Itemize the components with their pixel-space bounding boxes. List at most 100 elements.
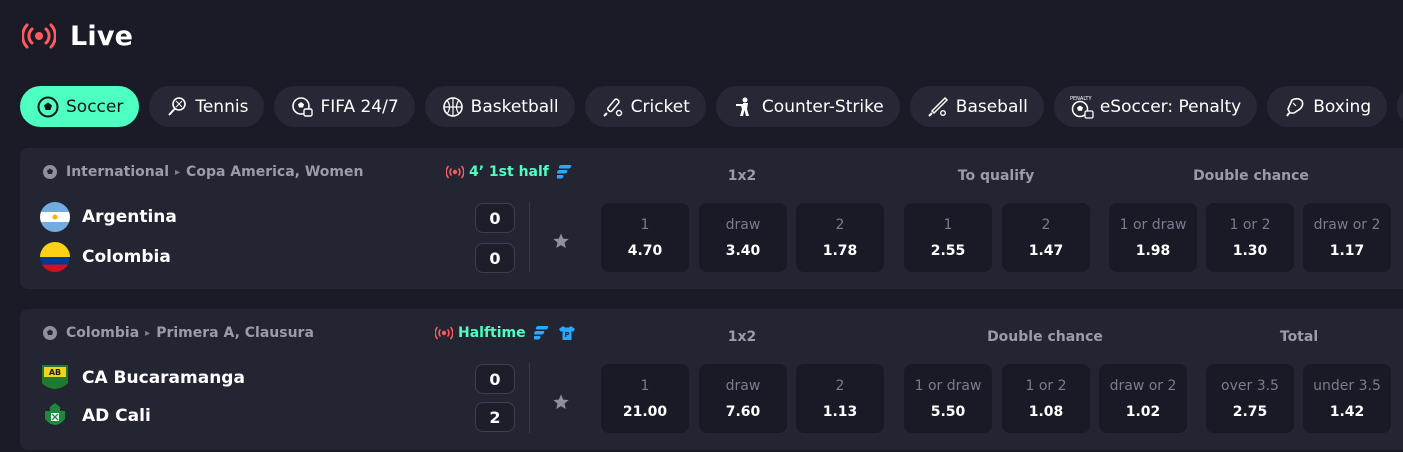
odd-button[interactable]: 1 or draw 5.50 bbox=[904, 364, 992, 433]
market-title: To qualify bbox=[957, 168, 1035, 184]
team-away: Colombia bbox=[40, 242, 171, 272]
odd-button[interactable]: over 3.5 2.75 bbox=[1206, 364, 1294, 433]
soccer-ball-icon bbox=[43, 326, 57, 340]
chevron-right-icon: ▸ bbox=[145, 327, 151, 339]
divider bbox=[529, 363, 530, 433]
odd-button[interactable]: 1 4.70 bbox=[601, 203, 689, 272]
league-breadcrumb[interactable]: Colombia ▸ Primera A, Clausura bbox=[42, 325, 314, 341]
odd-label: 2 bbox=[1041, 216, 1051, 233]
match-card[interactable]: Colombia ▸ Primera A, Clausura Halftime … bbox=[20, 309, 1403, 450]
fifa-ball-icon bbox=[290, 95, 314, 119]
tennis-racket-icon bbox=[165, 95, 189, 119]
odd-label: 1 or draw bbox=[1119, 216, 1187, 233]
league-breadcrumb[interactable]: International ▸ Copa America, Women bbox=[42, 164, 363, 180]
odd-label: draw bbox=[725, 216, 761, 233]
odd-button[interactable]: 1 21.00 bbox=[601, 364, 689, 433]
page-title: Live bbox=[70, 20, 134, 52]
odd-value: 1.30 bbox=[1232, 242, 1268, 259]
tab-esoccer-penalty[interactable]: PENALTY eSoccer: Penalty bbox=[1053, 86, 1258, 127]
odd-value: 1.78 bbox=[822, 242, 858, 259]
league-country: International bbox=[66, 164, 170, 180]
tab-label: Soccer bbox=[66, 96, 124, 117]
odd-button[interactable]: draw or 2 1.02 bbox=[1099, 364, 1187, 433]
odd-button[interactable]: 1 or draw 1.98 bbox=[1109, 203, 1197, 272]
live-header: Live bbox=[22, 18, 133, 54]
live-broadcast-icon bbox=[435, 326, 453, 340]
tab-label: Boxing bbox=[1313, 96, 1372, 117]
odd-button[interactable]: draw 3.40 bbox=[699, 203, 787, 272]
odd-value: 2.75 bbox=[1232, 403, 1268, 420]
tab-tennis[interactable]: Tennis bbox=[149, 86, 265, 127]
chevron-right-icon: ▸ bbox=[175, 166, 181, 178]
team-name: Argentina bbox=[82, 207, 177, 227]
tab-baseball[interactable]: Baseball bbox=[909, 86, 1044, 127]
odd-label: under 3.5 bbox=[1313, 377, 1381, 394]
baseball-bat-icon bbox=[926, 95, 950, 119]
boxing-glove-icon bbox=[1283, 95, 1307, 119]
odd-button[interactable]: draw or 2 1.17 bbox=[1303, 203, 1391, 272]
crest-text: AB bbox=[49, 368, 61, 377]
odd-label: 1 or draw bbox=[914, 377, 982, 394]
stats-icon[interactable] bbox=[533, 325, 550, 341]
live-broadcast-icon bbox=[22, 21, 56, 51]
tab-label: FIFA 24/7 bbox=[320, 96, 399, 117]
tab-more[interactable] bbox=[1397, 86, 1403, 127]
tab-label: Counter-Strike bbox=[761, 96, 884, 117]
league-name: Copa America, Women bbox=[186, 164, 364, 180]
odd-button[interactable]: 2 1.78 bbox=[796, 203, 884, 272]
favorite-star-icon[interactable] bbox=[552, 232, 570, 250]
odd-value: 7.60 bbox=[725, 403, 761, 420]
odd-button[interactable]: 2 1.13 bbox=[796, 364, 884, 433]
argentina-flag-icon bbox=[40, 202, 70, 232]
basketball-icon bbox=[441, 95, 465, 119]
score-home: 0 bbox=[475, 203, 515, 233]
odd-button[interactable]: under 3.5 1.42 bbox=[1303, 364, 1391, 433]
score-home: 0 bbox=[475, 364, 515, 394]
odd-value: 1.47 bbox=[1028, 242, 1064, 259]
tab-boxing[interactable]: Boxing bbox=[1267, 86, 1388, 127]
tab-fifa[interactable]: FIFA 24/7 bbox=[274, 86, 415, 127]
favorite-star-icon[interactable] bbox=[552, 393, 570, 411]
odd-button[interactable]: draw 7.60 bbox=[699, 364, 787, 433]
live-broadcast-icon bbox=[446, 165, 464, 179]
odd-value: 1.17 bbox=[1329, 242, 1365, 259]
odd-label: draw or 2 bbox=[1109, 377, 1177, 394]
odd-label: 1 bbox=[640, 377, 650, 394]
odd-value: 5.50 bbox=[930, 403, 966, 420]
league-country: Colombia bbox=[66, 325, 140, 341]
odd-label: 1 bbox=[943, 216, 953, 233]
match-card[interactable]: International ▸ Copa America, Women 4’ 1… bbox=[20, 148, 1403, 289]
odd-value: 1.42 bbox=[1329, 403, 1365, 420]
match-status: 4’ 1st half bbox=[446, 164, 573, 180]
market-title: Double chance bbox=[987, 329, 1103, 345]
svg-text:P: P bbox=[564, 331, 569, 339]
odd-value: 4.70 bbox=[627, 242, 663, 259]
team-home: AB CA Bucaramanga bbox=[40, 363, 245, 393]
status-text: 4’ 1st half bbox=[469, 164, 549, 180]
sport-tabs: Soccer Tennis FIFA 24/7 Basketball Crick… bbox=[20, 86, 1403, 127]
odd-value: 3.40 bbox=[725, 242, 761, 259]
divider bbox=[529, 202, 530, 272]
odd-button[interactable]: 1 or 2 1.30 bbox=[1206, 203, 1294, 272]
odd-label: draw bbox=[725, 377, 761, 394]
tab-basketball[interactable]: Basketball bbox=[424, 86, 575, 127]
tab-cricket[interactable]: Cricket bbox=[584, 86, 706, 127]
odd-button[interactable]: 1 2.55 bbox=[904, 203, 992, 272]
odd-button[interactable]: 2 1.47 bbox=[1002, 203, 1090, 272]
colombia-flag-icon bbox=[40, 242, 70, 272]
team-name: AD Cali bbox=[82, 406, 151, 426]
market-title: Double chance bbox=[1193, 168, 1309, 184]
market-title: Total bbox=[1279, 329, 1319, 345]
stats-icon[interactable] bbox=[556, 164, 573, 180]
odd-label: 2 bbox=[835, 377, 845, 394]
tab-label: Tennis bbox=[195, 96, 249, 117]
tab-label: Basketball bbox=[470, 96, 559, 117]
odd-label: 1 or 2 bbox=[1229, 216, 1271, 233]
tab-counter-strike[interactable]: Counter-Strike bbox=[715, 86, 900, 127]
odd-value: 2.55 bbox=[930, 242, 966, 259]
odd-button[interactable]: 1 or 2 1.08 bbox=[1002, 364, 1090, 433]
tab-soccer[interactable]: Soccer bbox=[20, 86, 140, 127]
odd-value: 21.00 bbox=[622, 403, 668, 420]
lineup-shirt-icon[interactable]: P bbox=[558, 325, 576, 341]
odd-value: 1.98 bbox=[1135, 242, 1171, 259]
